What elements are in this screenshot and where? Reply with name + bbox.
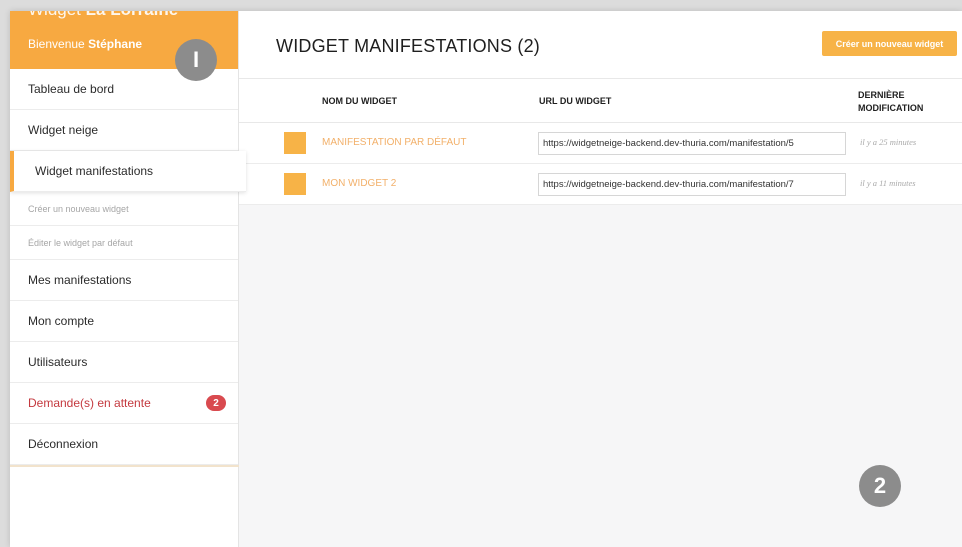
annotation-marker-1: I — [175, 39, 217, 81]
welcome-prefix: Bienvenue — [28, 37, 85, 51]
main-content: WIDGET MANIFESTATIONS (2) Créer un nouve… — [239, 11, 962, 547]
sidebar-item-label: Widget manifestations — [35, 164, 154, 178]
sidebar-item-my-events[interactable]: Mes manifestations — [10, 260, 238, 301]
annotation-marker-2: 2 — [859, 465, 901, 507]
sidebar-item-account[interactable]: Mon compte — [10, 301, 238, 342]
app-brand: Widget La Lorraine — [28, 11, 178, 20]
sidebar-subitem-edit-default[interactable]: Éditer le widget par défaut — [10, 226, 238, 260]
widget-url-field[interactable] — [538, 173, 846, 196]
widget-name-link[interactable]: MANIFESTATION PAR DÉFAUT — [322, 137, 466, 148]
table-row: MANIFESTATION PAR DÉFAUT il y a 25 minut… — [239, 123, 962, 164]
page-header: WIDGET MANIFESTATIONS (2) Créer un nouve… — [239, 11, 962, 79]
create-widget-button[interactable]: Créer un nouveau widget — [822, 31, 957, 56]
column-header-modified[interactable]: DERNIÈRE MODIFICATION — [858, 89, 923, 115]
sidebar-divider — [10, 465, 239, 467]
brand-prefix: Widget — [28, 11, 81, 19]
sidebar-item-label: Mon compte — [28, 314, 95, 328]
welcome-message: Bienvenue Stéphane — [28, 37, 142, 51]
widget-url-field[interactable] — [538, 132, 846, 155]
column-header-modified-line2: MODIFICATION — [858, 103, 924, 113]
sidebar-subitem-create-widget[interactable]: Créer un nouveau widget — [10, 192, 238, 226]
brand-name: La Lorraine — [86, 11, 179, 19]
column-header-url[interactable]: URL DU WIDGET — [539, 96, 611, 106]
page-title: WIDGET MANIFESTATIONS (2) — [276, 36, 541, 56]
sidebar-item-pending-requests[interactable]: Demande(s) en attente 2 — [10, 383, 238, 424]
widget-modified-time: il y a 25 minutes — [860, 137, 917, 147]
column-header-name[interactable]: NOM DU WIDGET — [322, 96, 397, 106]
sidebar-item-logout[interactable]: Déconnexion — [10, 424, 238, 465]
sidebar-item-label: Utilisateurs — [28, 355, 88, 369]
table-row: MON WIDGET 2 il y a 11 minutes — [239, 164, 962, 205]
sidebar-item-users[interactable]: Utilisateurs — [10, 342, 238, 383]
widget-color-swatch — [284, 132, 306, 154]
sidebar-item-label: Mes manifestations — [28, 273, 132, 287]
sidebar-item-label: Déconnexion — [28, 437, 99, 451]
sidebar-subitem-label: Créer un nouveau widget — [28, 203, 129, 214]
sidebar-item-snow-widget[interactable]: Widget neige — [10, 110, 238, 151]
user-name: Stéphane — [88, 37, 143, 51]
column-header-modified-line1: DERNIÈRE — [858, 90, 905, 100]
table-header: NOM DU WIDGET URL DU WIDGET DERNIÈRE MOD… — [239, 79, 962, 123]
sidebar: Widget La Lorraine Bienvenue Stéphane Ta… — [10, 11, 246, 547]
widget-color-swatch — [284, 173, 306, 195]
sidebar-item-events-widget[interactable]: Widget manifestations — [10, 151, 246, 192]
sidebar-item-label: Tableau de bord — [28, 82, 115, 96]
widget-modified-time: il y a 11 minutes — [860, 178, 916, 188]
widget-name-link[interactable]: MON WIDGET 2 — [322, 178, 396, 189]
pending-count-badge: 2 — [206, 395, 226, 411]
app-window: Widget La Lorraine Bienvenue Stéphane Ta… — [10, 11, 962, 547]
sidebar-item-label: Widget neige — [28, 123, 99, 137]
sidebar-subitem-label: Éditer le widget par défaut — [28, 237, 133, 248]
sidebar-item-label: Demande(s) en attente — [28, 396, 151, 410]
